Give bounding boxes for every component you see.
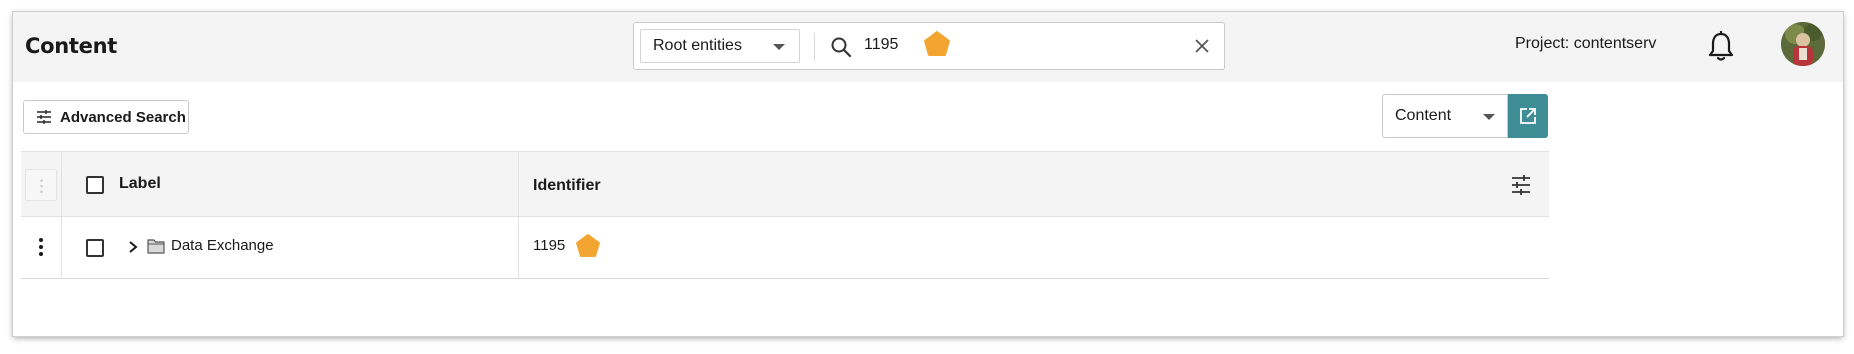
page-title: Content bbox=[25, 34, 117, 58]
row-checkbox[interactable] bbox=[86, 239, 104, 257]
advanced-search-button[interactable]: Advanced Search bbox=[23, 100, 189, 134]
app-window: Content Root entities 1195 Project: cont… bbox=[13, 12, 1843, 336]
bell-icon[interactable] bbox=[1706, 29, 1736, 63]
search-icon bbox=[831, 37, 852, 58]
column-header-label[interactable]: Label bbox=[119, 175, 161, 193]
column-divider bbox=[61, 152, 62, 218]
table-header: Label Identifier bbox=[21, 151, 1549, 218]
folder-icon bbox=[147, 239, 165, 254]
column-divider bbox=[518, 217, 519, 279]
kebab-menu-icon[interactable] bbox=[39, 237, 43, 257]
scope-select-value: Root entities bbox=[653, 37, 742, 54]
row-drag-handle[interactable] bbox=[25, 169, 57, 201]
caret-down-icon bbox=[773, 44, 785, 50]
avatar[interactable] bbox=[1781, 22, 1825, 66]
open-external-icon bbox=[1520, 108, 1536, 124]
view-select-value: Content bbox=[1395, 107, 1452, 124]
filter-sliders-icon bbox=[37, 110, 51, 124]
search-input[interactable]: 1195 bbox=[864, 36, 898, 54]
column-header-identifier[interactable]: Identifier bbox=[533, 177, 601, 195]
pentagon-badge-icon bbox=[576, 234, 600, 257]
project-label[interactable]: Project: contentserv bbox=[1515, 35, 1656, 53]
caret-down-icon bbox=[1483, 114, 1495, 120]
column-settings-icon[interactable] bbox=[1511, 175, 1531, 195]
scope-select[interactable]: Root entities bbox=[640, 29, 800, 63]
top-header: Content Root entities 1195 Project: cont… bbox=[13, 12, 1843, 82]
content-table: Label Identifier Data Exchange 1195 bbox=[21, 151, 1549, 336]
table-row[interactable]: Data Exchange 1195 bbox=[21, 217, 1549, 279]
select-all-checkbox[interactable] bbox=[86, 176, 104, 194]
column-divider bbox=[61, 217, 62, 279]
pentagon-badge-icon bbox=[924, 31, 950, 56]
column-divider bbox=[518, 152, 519, 218]
global-search-bar: Root entities 1195 bbox=[633, 22, 1225, 70]
chevron-right-icon[interactable] bbox=[126, 239, 140, 255]
view-select[interactable]: Content bbox=[1382, 94, 1508, 138]
clear-icon[interactable] bbox=[1192, 36, 1212, 56]
divider bbox=[814, 33, 815, 61]
row-label[interactable]: Data Exchange bbox=[171, 237, 274, 254]
avatar-image bbox=[1781, 22, 1825, 66]
row-identifier: 1195 bbox=[533, 237, 566, 254]
open-external-button[interactable] bbox=[1508, 94, 1548, 138]
advanced-search-label: Advanced Search bbox=[60, 108, 186, 126]
